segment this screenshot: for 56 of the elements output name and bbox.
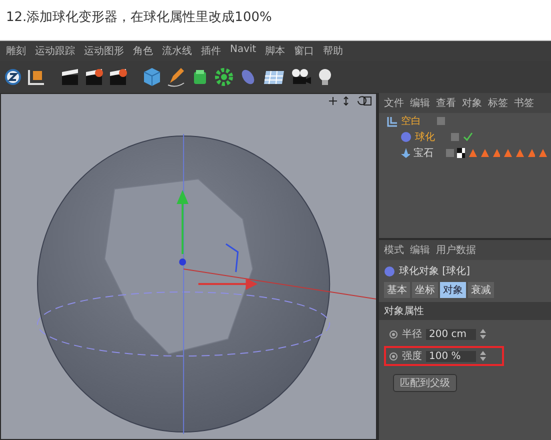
section-header: 对象属性	[379, 302, 551, 320]
panel-menu-item[interactable]: 标签	[488, 96, 508, 110]
object-title: 球化对象 [球化]	[399, 264, 470, 278]
menu-item[interactable]: 运动跟踪	[35, 44, 75, 58]
menu-item[interactable]: 脚本	[265, 44, 286, 58]
menu-item[interactable]: 流水线	[162, 44, 192, 58]
panel-menu-item[interactable]: 编辑	[410, 96, 430, 110]
radio-icon[interactable]	[389, 330, 398, 338]
input-field[interactable]: 100 %	[426, 350, 476, 362]
tab[interactable]: 坐标	[412, 282, 438, 298]
menu-item[interactable]: 运动图形	[84, 44, 124, 58]
gear-icon[interactable]	[214, 67, 234, 87]
sphere-icon	[400, 131, 412, 143]
pen-icon[interactable]	[166, 67, 186, 87]
check-icon[interactable]	[463, 132, 473, 142]
clapperboard-icon[interactable]	[108, 68, 128, 86]
input-field[interactable]: 200 cm	[426, 328, 476, 340]
undo-icon[interactable]	[4, 68, 22, 86]
field-label: 半径	[402, 328, 422, 341]
clapperboard-icon[interactable]	[84, 68, 104, 86]
panel-menu-item[interactable]: 查看	[436, 96, 456, 110]
checker-tag-icon[interactable]	[456, 148, 466, 158]
null-object-icon	[386, 115, 398, 127]
sphere-icon	[384, 266, 395, 276]
panel-menu-item[interactable]: 文件	[384, 96, 404, 110]
clapperboard-icon[interactable]	[60, 68, 80, 86]
tab[interactable]: 对象	[440, 282, 466, 298]
spinner-icon[interactable]	[480, 351, 486, 361]
camera-icon[interactable]	[290, 68, 312, 86]
tab[interactable]: 衰减	[468, 282, 494, 298]
menu-item[interactable]: 角色	[133, 44, 153, 58]
panel-menu-item[interactable]: 书签	[514, 96, 534, 110]
match-parent-button[interactable]: 匹配到父级	[393, 374, 457, 392]
cube-icon[interactable]	[142, 67, 162, 87]
panel-menu-item[interactable]: 编辑	[410, 243, 430, 257]
panel-menu-item[interactable]: 对象	[462, 96, 482, 110]
menu-item[interactable]: 插件	[201, 44, 221, 58]
panel-menu-item[interactable]: 模式	[384, 243, 404, 257]
object-name[interactable]: 宝石	[413, 146, 434, 160]
panel-menu-item[interactable]: 用户数据	[436, 243, 476, 257]
figure-icon	[400, 147, 410, 159]
menu-item[interactable]: 帮助	[323, 44, 344, 58]
radio-icon[interactable]	[389, 352, 398, 360]
tab[interactable]: 基本	[384, 282, 410, 298]
spinner-icon[interactable]	[480, 329, 486, 339]
object-name[interactable]: 空白	[401, 114, 425, 128]
light-bulb-icon[interactable]	[316, 67, 334, 87]
view-navigation-icon[interactable]	[328, 96, 372, 106]
article-heading: 12.添加球化变形器，在球化属性里改成100%	[5, 9, 273, 27]
field-label: 强度	[402, 350, 422, 363]
axis-cube-icon[interactable]	[26, 68, 46, 86]
menu-item[interactable]: Navit	[230, 44, 256, 58]
object-name[interactable]: 球化	[415, 130, 439, 144]
menu-item[interactable]: 窗口	[294, 44, 314, 58]
grid-plane-icon[interactable]	[262, 68, 286, 86]
menu-item[interactable]: 雕刻	[6, 44, 26, 58]
